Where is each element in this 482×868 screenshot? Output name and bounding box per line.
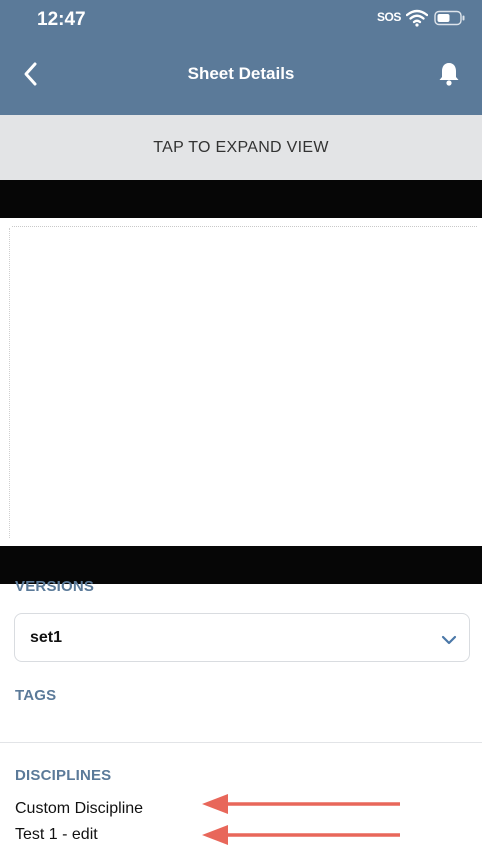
- sheet-preview[interactable]: [0, 218, 482, 546]
- expand-view-button[interactable]: TAP TO EXPAND VIEW: [0, 115, 482, 181]
- chevron-down-icon: [441, 632, 457, 650]
- tags-label: TAGS: [15, 687, 57, 704]
- page-title: Sheet Details: [187, 64, 295, 83]
- version-select[interactable]: set1: [14, 613, 470, 662]
- notifications-button[interactable]: [437, 61, 461, 92]
- sheet-border-left: [9, 228, 10, 538]
- annotation-arrow-icon: [202, 794, 400, 814]
- battery-icon: [434, 10, 466, 31]
- wifi-icon: [405, 9, 429, 32]
- versions-label: VERSIONS: [15, 578, 95, 592]
- sheet-border-top: [12, 226, 477, 227]
- disciplines-label: DISCIPLINES: [15, 767, 112, 784]
- discipline-item: Custom Discipline: [15, 800, 144, 817]
- sos-indicator: SOS: [377, 10, 401, 24]
- status-time: 12:47: [37, 9, 86, 30]
- bell-icon: [439, 63, 459, 86]
- discipline-item: Test 1 - edit: [15, 826, 98, 843]
- sheet-frame-top: [0, 180, 482, 218]
- version-select-value: set1: [30, 629, 63, 646]
- app-header: 12:47 SOS Sheet Details: [0, 0, 482, 115]
- annotation-arrow-icon: [202, 825, 400, 845]
- section-divider: [0, 742, 482, 743]
